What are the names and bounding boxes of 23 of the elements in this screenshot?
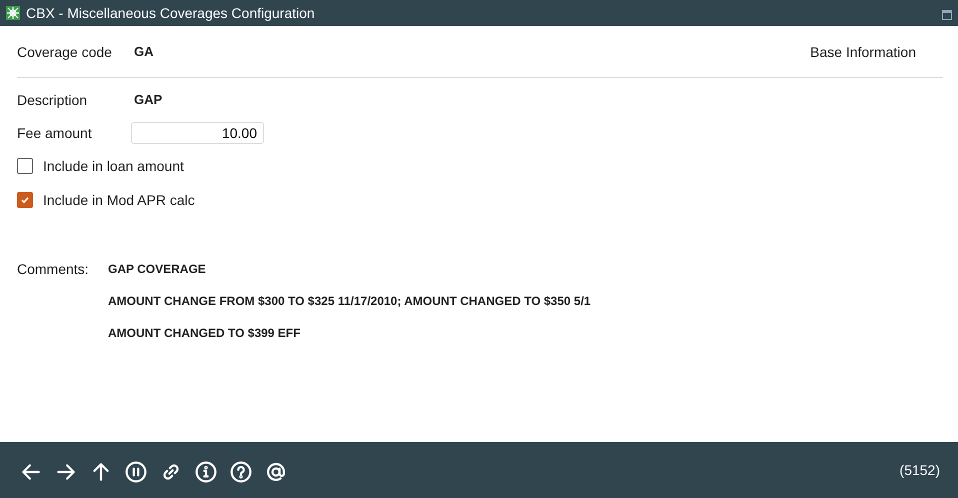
field-value: GA: [134, 44, 154, 59]
input-field[interactable]: 10.00: [131, 122, 264, 144]
checkbox-label: Include in loan amount: [43, 158, 184, 174]
comment-line: AMOUNT CHANGE FROM $300 TO $325 11/17/2010; AMOUNT CHANGED TO $350 5/1: [108, 294, 591, 308]
checkbox[interactable]: [17, 158, 33, 174]
help-icon[interactable]: [230, 461, 252, 483]
maximize-button[interactable]: [942, 10, 952, 20]
pause-icon[interactable]: [125, 461, 147, 483]
section-title: Base Information: [810, 44, 916, 60]
status-code: (5152): [900, 462, 940, 478]
comment-line: AMOUNT CHANGED TO $399 EFF: [108, 326, 302, 340]
comment-line: GAP COVERAGE: [108, 262, 207, 276]
field-label: Coverage code: [17, 44, 113, 60]
checkbox-label: Include in Mod APR calc: [43, 192, 195, 208]
info-icon[interactable]: [195, 461, 217, 483]
field-label: Comments:: [17, 261, 90, 279]
field-value: GAP: [134, 92, 162, 107]
at-sign-icon[interactable]: [265, 461, 287, 483]
field-label: Fee amount: [17, 124, 93, 140]
window-title: CBX - Miscellaneous Coverages Configuration: [26, 5, 316, 21]
app-logo-icon: [6, 6, 20, 20]
checkbox[interactable]: [17, 192, 33, 208]
field-label: Description: [17, 92, 88, 108]
